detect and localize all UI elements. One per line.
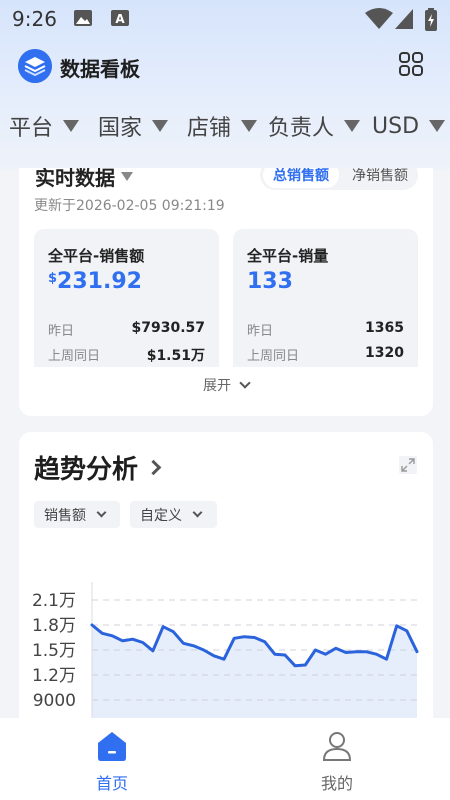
filter-bar: 平台 国家 店铺 负责人 USD [0,108,450,144]
gallery-icon [74,10,92,26]
wifi-icon [365,8,393,29]
chevron-down-icon [96,507,107,518]
realtime-card: 实时数据 总销售额 净销售额 更新于2026-02-05 09:21:19 全平… [19,168,433,416]
home-icon [98,732,126,761]
realtime-title-text: 实时数据 [35,168,115,190]
metric-number: 231.92 [57,269,142,294]
app-bar: 数据看板 [0,46,450,86]
metric-dropdown-label: 销售额 [44,507,86,524]
row-label: 昨日 [247,324,274,339]
caret-down-icon [241,120,258,132]
caret-down-icon [152,120,169,132]
y-tick-label: 1.5万 [32,641,76,661]
filter-label: 负责人 [268,116,335,141]
battery-icon [425,8,437,31]
metric-row-last-week: 上周同日 1320 [247,345,404,364]
status-time: 9:26 [12,7,57,31]
filter-label: USD [372,113,420,139]
y-tick-label: 2.1万 [32,591,76,611]
metric-number: 133 [247,269,293,294]
metric-card-volume[interactable]: 全平台-销量 133 昨日 1365 上周同日 1320 [233,229,418,367]
row-value: $7930.57 [131,320,205,336]
bottom-tab-bar: 首页 我的 [0,718,450,800]
metric-title: 全平台-销量 [247,247,329,265]
metric-value: $231.92 [48,269,142,294]
metric-title: 全平台-销售额 [48,247,145,265]
filter-store[interactable]: 店铺 [187,108,258,144]
range-dropdown-label: 自定义 [140,507,182,524]
filter-owner[interactable]: 负责人 [268,108,361,144]
tab-home[interactable]: 首页 [72,730,152,794]
grid-menu-icon[interactable] [398,51,424,77]
row-value: $1.51万 [146,348,205,364]
sales-trend-chart: 2.1万1.8万1.5万1.2万90006000 [32,582,419,732]
caret-down-icon [429,120,446,132]
filter-platform[interactable]: 平台 [9,108,80,144]
chevron-down-icon [192,507,203,518]
tab-home-label: 首页 [95,774,128,793]
tab-profile[interactable]: 我的 [297,730,377,794]
header-background: 9:26 A 数据看板 平台 国家 店铺 负责人 USD [0,0,450,170]
metric-row-yesterday: 昨日 $7930.57 [48,320,205,339]
fullscreen-icon[interactable] [399,456,417,474]
trend-card: 趋势分析 销售额 自定义 2.1万1.8万1.5万1.2万90006000 [19,432,433,732]
filter-country[interactable]: 国家 [98,108,169,144]
currency-symbol: $ [48,271,58,286]
app-title: 数据看板 [60,57,140,81]
row-value: 1365 [365,320,404,336]
metric-row-last-week: 上周同日 $1.51万 [48,345,205,364]
metric-card-sales[interactable]: 全平台-销售额 $231.92 昨日 $7930.57 上周同日 $1.51万 [34,229,219,367]
sales-type-toggle: 总销售额 净销售额 [260,168,418,190]
segment-net-sales[interactable]: 净销售额 [344,168,416,188]
trend-title-text: 趋势分析 [34,455,139,485]
row-label: 上周同日 [48,349,101,364]
row-label: 昨日 [48,324,75,339]
y-tick-label: 1.2万 [32,666,76,686]
a-icon: A [111,10,129,26]
row-value: 1320 [365,345,404,361]
trend-title[interactable]: 趋势分析 [34,449,162,486]
metric-row-yesterday: 昨日 1365 [247,320,404,339]
expand-button[interactable]: 展开 [19,375,433,395]
status-bar: 9:26 A [0,0,450,38]
row-label: 上周同日 [247,349,300,364]
caret-down-icon [344,120,361,132]
chevron-down-icon [239,377,251,389]
filter-currency[interactable]: USD [372,108,446,144]
filter-label: 店铺 [187,116,232,141]
filter-label: 国家 [98,116,143,141]
y-tick-label: 1.8万 [32,616,76,636]
updated-time: 更新于2026-02-05 09:21:19 [34,198,225,214]
filter-label: 平台 [9,116,54,141]
user-icon [322,732,352,761]
realtime-title[interactable]: 实时数据 [35,168,133,191]
segment-total-sales[interactable]: 总销售额 [263,168,339,188]
metric-value: 133 [247,269,293,294]
signal-icon [395,9,413,29]
y-tick-label: 9000 [33,691,76,711]
logo-icon [18,49,52,83]
tab-profile-label: 我的 [320,774,353,793]
metric-dropdown[interactable]: 销售额 [34,501,120,528]
caret-down-icon [121,172,133,181]
svg-text:A: A [115,12,125,26]
expand-label: 展开 [203,378,231,394]
range-dropdown[interactable]: 自定义 [130,501,217,528]
chevron-right-icon [145,459,162,476]
caret-down-icon [63,120,80,132]
